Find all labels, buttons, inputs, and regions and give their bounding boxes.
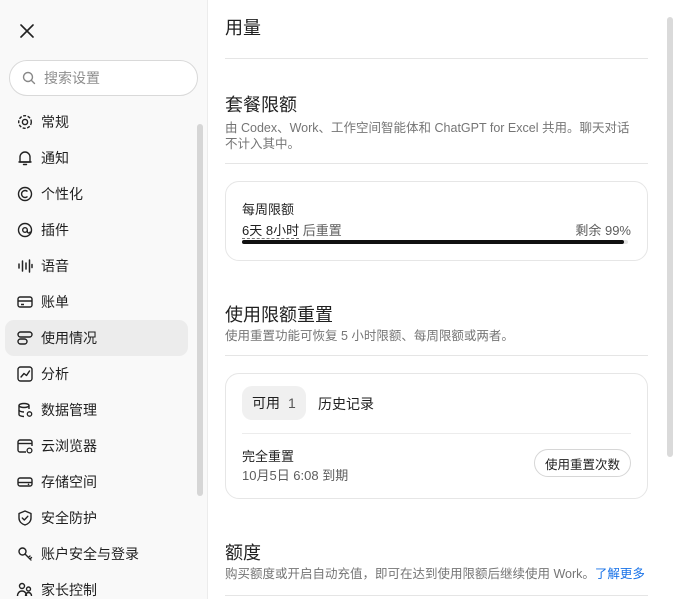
close-button[interactable] <box>14 18 40 44</box>
account-security-icon <box>16 545 34 563</box>
sidebar-item-parental-controls[interactable]: 家长控制 <box>5 572 188 599</box>
sidebar-item-label: 账户安全与登录 <box>41 546 139 562</box>
shield-icon <box>16 509 34 527</box>
sidebar-item-label: 家长控制 <box>41 582 97 598</box>
sidebar-nav: 常规 通知 个性化 插件 语音 账单 使用情况 分析 数据管理 云浏览器 存储空… <box>5 104 188 599</box>
cloud-browser-icon <box>16 437 34 455</box>
personalization-icon <box>16 185 34 203</box>
plan-limits-title: 套餐限额 <box>225 95 297 115</box>
sidebar-item-label: 分析 <box>41 366 69 382</box>
usage-icon <box>16 329 34 347</box>
settings-sidebar: 常规 通知 个性化 插件 语音 账单 使用情况 分析 <box>0 0 208 599</box>
search-input[interactable] <box>44 70 184 86</box>
card-icon <box>16 293 34 311</box>
tab-available-label: 可用 <box>252 395 280 411</box>
learn-more-link[interactable]: 了解更多 <box>595 567 645 581</box>
credits-title: 额度 <box>225 543 261 563</box>
divider <box>242 433 631 434</box>
search-box[interactable] <box>9 60 198 96</box>
plan-limits-description: 由 Codex、Work、工作空间智能体和 ChatGPT for Excel … <box>225 121 630 151</box>
credits-description-text: 购买额度或开启自动充值，即可在达到使用限额后继续使用 Work。 <box>225 567 595 581</box>
reset-title: 使用限额重置 <box>225 305 333 325</box>
plugin-icon <box>16 221 34 239</box>
parental-control-icon <box>16 581 34 599</box>
sidebar-item-account-security[interactable]: 账户安全与登录 <box>5 536 188 572</box>
sidebar-item-plugins[interactable]: 插件 <box>5 212 188 248</box>
credits-description: 购买额度或开启自动充值，即可在达到使用限额后继续使用 Work。了解更多 <box>225 566 655 582</box>
available-count: 1 <box>288 395 296 411</box>
sidebar-item-cloud-browser[interactable]: 云浏览器 <box>5 428 188 464</box>
bell-icon <box>16 149 34 167</box>
sidebar-item-security[interactable]: 安全防护 <box>5 500 188 536</box>
tab-available[interactable]: 可用 1 <box>242 386 306 420</box>
database-icon <box>16 401 34 419</box>
sidebar-item-general[interactable]: 常规 <box>5 104 188 140</box>
reset-description: 使用重置功能可恢复 5 小时限额、每周限额或两者。 <box>225 329 514 343</box>
weekly-reset-suffix: 后重置 <box>302 223 342 238</box>
usage-panel: 用量 套餐限额 由 Codex、Work、工作空间智能体和 ChatGPT fo… <box>208 0 675 599</box>
reset-card: 可用 1 历史记录 完全重置 10月5日 6:08 到期 使用重置次数 <box>225 373 648 499</box>
sidebar-item-storage[interactable]: 存储空间 <box>5 464 188 500</box>
divider <box>225 355 648 356</box>
sidebar-item-voice[interactable]: 语音 <box>5 248 188 284</box>
sidebar-item-label: 数据管理 <box>41 402 97 418</box>
close-icon <box>20 24 34 38</box>
page-title: 用量 <box>225 18 261 38</box>
sidebar-scrollbar[interactable] <box>197 124 203 496</box>
use-reset-button[interactable]: 使用重置次数 <box>533 449 631 477</box>
sidebar-item-billing[interactable]: 账单 <box>5 284 188 320</box>
sidebar-item-usage[interactable]: 使用情况 <box>5 320 188 356</box>
sidebar-item-personalization[interactable]: 个性化 <box>5 176 188 212</box>
sidebar-item-label: 账单 <box>41 294 69 310</box>
sidebar-item-label: 通知 <box>41 150 69 166</box>
sidebar-item-data-management[interactable]: 数据管理 <box>5 392 188 428</box>
weekly-remaining: 剩余 99% <box>575 223 631 238</box>
reset-item-title: 完全重置 <box>242 449 295 464</box>
weekly-progress-fill <box>242 240 625 244</box>
chart-icon <box>16 365 34 383</box>
search-icon <box>22 71 36 85</box>
sidebar-item-notifications[interactable]: 通知 <box>5 140 188 176</box>
main-scrollbar[interactable] <box>667 17 673 457</box>
sidebar-item-label: 云浏览器 <box>41 438 97 454</box>
weekly-limit-label: 每周限额 <box>242 202 295 217</box>
divider <box>225 163 648 164</box>
storage-icon <box>16 473 34 491</box>
waveform-icon <box>16 257 34 275</box>
weekly-reset-text: 6天 8小时 后重置 <box>242 220 342 239</box>
sidebar-item-label: 使用情况 <box>41 330 97 346</box>
weekly-progress-track <box>242 240 628 244</box>
sidebar-item-label: 常规 <box>41 114 69 130</box>
sidebar-item-label: 插件 <box>41 222 69 238</box>
gear-icon <box>16 113 34 131</box>
reset-item-expiry: 10月5日 6:08 到期 <box>242 468 349 483</box>
sidebar-item-label: 安全防护 <box>41 510 97 526</box>
divider <box>225 58 648 59</box>
sidebar-item-label: 个性化 <box>41 186 83 202</box>
sidebar-item-label: 语音 <box>41 258 69 274</box>
divider <box>225 595 648 596</box>
weekly-limit-card: 每周限额 6天 8小时 后重置 剩余 99% <box>225 181 648 261</box>
weekly-reset-time[interactable]: 6天 8小时 <box>242 223 300 239</box>
sidebar-item-analytics[interactable]: 分析 <box>5 356 188 392</box>
tab-history[interactable]: 历史记录 <box>318 394 374 414</box>
sidebar-item-label: 存储空间 <box>41 474 97 490</box>
